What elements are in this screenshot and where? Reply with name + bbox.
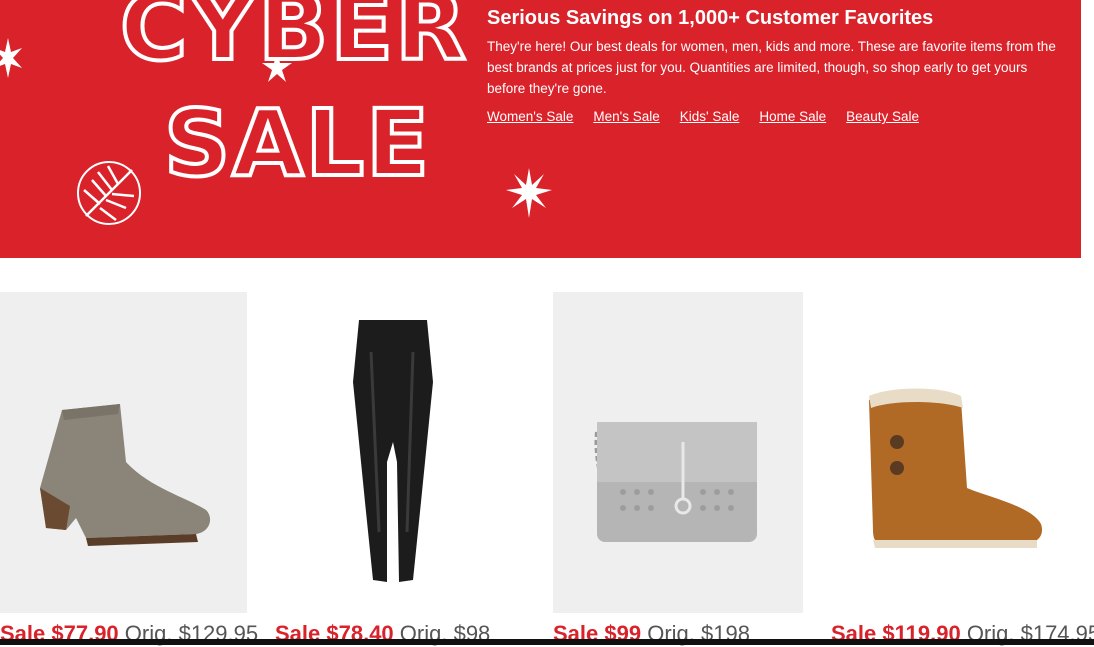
promo-description: They're here! Our best deals for women, … bbox=[487, 39, 1056, 96]
bootie-icon bbox=[40, 404, 211, 546]
ornament-icon bbox=[77, 161, 141, 225]
product-image-bootie[interactable] bbox=[0, 292, 247, 613]
boot-icon bbox=[869, 388, 1043, 548]
sale-links: Women's Sale Men's Sale Kids' Sale Home … bbox=[487, 109, 1057, 124]
promo-title: Serious Savings on 1,000+ Customer Favor… bbox=[487, 7, 934, 29]
cyber-sale-banner: CYBER SALE Serious Savings on 1,000+ Cus… bbox=[0, 0, 1081, 258]
snowflake-icon bbox=[0, 38, 22, 78]
link-womens-sale[interactable]: Women's Sale bbox=[487, 109, 573, 124]
sparkle-icon bbox=[506, 168, 552, 218]
link-kids-sale[interactable]: Kids' Sale bbox=[680, 109, 740, 124]
link-beauty-sale[interactable]: Beauty Sale bbox=[846, 109, 919, 124]
bag-icon bbox=[594, 422, 757, 544]
bottom-bar bbox=[0, 639, 1094, 645]
sale-headline: SALE bbox=[162, 90, 431, 197]
product-image-bag[interactable] bbox=[553, 292, 803, 613]
cyber-headline: CYBER bbox=[118, 0, 468, 81]
product-image-leggings[interactable] bbox=[275, 292, 525, 613]
link-home-sale[interactable]: Home Sale bbox=[759, 109, 826, 124]
product-image-boot[interactable] bbox=[831, 292, 1081, 613]
leggings-icon bbox=[353, 320, 433, 582]
promo-block: Serious Savings on 1,000+ Customer Favor… bbox=[487, 6, 1057, 124]
link-mens-sale[interactable]: Men's Sale bbox=[593, 109, 659, 124]
